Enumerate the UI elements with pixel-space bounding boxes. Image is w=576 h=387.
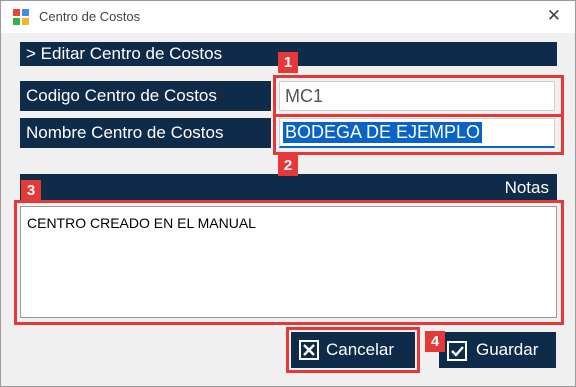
annotation-badge-4: 4 bbox=[425, 331, 445, 352]
annotation-box-2 bbox=[273, 114, 564, 155]
section-header-label: > Editar Centro de Costos bbox=[26, 44, 223, 63]
dialog-window: Centro de Costos ✕ > Editar Centro de Co… bbox=[0, 0, 576, 387]
annotation-badge-2: 2 bbox=[278, 155, 298, 176]
title-bar: Centro de Costos ✕ bbox=[1, 1, 575, 33]
annotation-badge-1: 1 bbox=[278, 52, 298, 73]
annotation-box-3 bbox=[14, 200, 564, 325]
annotation-box-4 bbox=[286, 327, 420, 373]
save-button[interactable]: Guardar bbox=[439, 332, 556, 368]
checkmark-icon bbox=[447, 341, 467, 361]
codigo-label: Codigo Centro de Costos bbox=[20, 81, 271, 111]
notes-header: Notas bbox=[20, 174, 557, 201]
window-title: Centro de Costos bbox=[39, 9, 141, 24]
save-label: Guardar bbox=[476, 340, 539, 359]
notes-label: Notas bbox=[504, 178, 549, 197]
annotation-badge-3: 3 bbox=[21, 180, 41, 201]
annotation-box-1 bbox=[273, 75, 564, 117]
nombre-label: Nombre Centro de Costos bbox=[20, 118, 271, 148]
close-icon[interactable]: ✕ bbox=[547, 6, 561, 26]
app-icon bbox=[13, 9, 29, 25]
